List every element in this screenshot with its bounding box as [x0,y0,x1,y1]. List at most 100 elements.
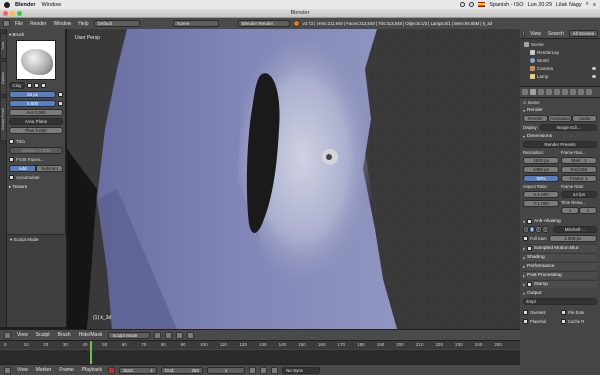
material-tab-icon[interactable] [586,89,592,95]
pressure-strength-icon[interactable] [58,101,63,106]
res-pct-field[interactable]: 50% [523,175,559,182]
aa-size-field[interactable]: 1.000 px [548,235,597,242]
screen-layout-select[interactable]: Default [93,20,140,27]
tl-menu-playback[interactable]: Playback [80,367,104,373]
properties-editor-icon[interactable] [522,89,528,95]
panel-output[interactable]: ▾ Output [523,291,597,296]
visibility-icon[interactable] [592,66,596,70]
outliner-item-scene[interactable]: Scene [524,40,596,48]
end-frame-prop[interactable]: End:250 [561,166,597,173]
shading-icon[interactable] [154,331,162,339]
clock-text[interactable]: Lun 20:29 [528,2,552,8]
aspect-x-field[interactable]: X:1.000 [523,191,559,198]
plane-offset-field[interactable]: Plan 0.000 [9,127,63,134]
layers-tab-icon[interactable] [538,89,544,95]
panel-performance[interactable]: ▸ Performance [523,262,597,270]
jump-end-icon[interactable] [271,366,279,374]
panel-shading[interactable]: ▸ Shading [523,253,597,261]
remap-new-field[interactable]: 1 [579,207,597,214]
stamp-checkbox[interactable] [527,282,533,287]
outliner-editor-icon[interactable] [522,30,526,37]
render-button[interactable]: Render [523,115,548,122]
vp-menu-brush[interactable]: Brush [56,332,73,338]
vp-menu-view[interactable]: View [15,332,30,338]
aa-sample-11[interactable]: 11 [535,226,542,233]
res-x-field[interactable]: 1920 px [523,157,559,164]
render-tab-icon[interactable] [530,89,536,95]
end-frame-field[interactable]: End: 250 [161,366,204,374]
render-engine-select[interactable]: Blender Render [237,20,290,27]
tl-menu-frame[interactable]: Frame [57,367,75,373]
info-editor-icon[interactable] [3,20,10,27]
menu-render[interactable]: Render [28,21,48,27]
ol-display-select[interactable]: All Scenes [568,30,598,37]
editor-type-icon[interactable] [4,331,11,339]
scene-tab-icon[interactable] [546,89,552,95]
apple-icon[interactable] [4,1,10,8]
3d-viewport[interactable]: User Persp (1) k_3d [67,29,520,329]
outliner-item-camera[interactable]: Camera [524,64,596,72]
tl-menu-view[interactable]: View [15,367,30,373]
render-presets-select[interactable]: Render Presets [523,141,597,148]
trim-checkbox[interactable] [9,139,14,144]
menu-file[interactable]: File [13,21,25,27]
panel-stamp[interactable]: ▸ Stamp [523,280,597,288]
strength-field[interactable]: 0.500 [9,100,56,107]
list-icon[interactable]: ≡ [593,2,596,8]
frame-step-prop[interactable]: Frame: 1 [561,175,597,182]
tab-grease-pencil[interactable]: Grease Pencil [0,97,7,141]
jump-start-icon[interactable] [249,366,257,374]
res-y-field[interactable]: 1080 px [523,166,559,173]
section-texture[interactable]: ▸ Texture [9,184,63,190]
fake-user-toggle[interactable] [27,83,32,88]
clock-icon[interactable] [460,2,466,7]
subtract-button[interactable]: Subtract [36,165,63,172]
brush-preview[interactable] [16,40,56,80]
ol-menu-search[interactable]: Search [546,31,566,37]
pivot-icon[interactable] [165,331,173,339]
outliner-item-lamp[interactable]: Lamp [524,72,596,80]
visibility-icon[interactable] [592,74,596,78]
pressure-radius-icon[interactable] [58,92,63,97]
file-ext-checkbox[interactable] [561,310,566,315]
placeholder-checkbox[interactable] [523,319,528,324]
vp-menu-sculpt[interactable]: Sculpt [34,332,52,338]
accumulate-checkbox[interactable] [9,175,14,180]
menubar-window[interactable]: Window [41,2,61,8]
trim-distance-field[interactable]: Distanc: 0.500 [9,147,63,154]
aa-sample-16[interactable]: 16 [542,226,549,233]
menu-window[interactable]: Window [51,21,73,27]
object-tab-icon[interactable] [562,89,568,95]
cache-checkbox[interactable] [561,319,566,324]
play-icon[interactable] [260,366,268,374]
layers-icon[interactable] [176,331,184,339]
remove-brush-button[interactable] [41,83,46,88]
close-icon[interactable] [3,11,8,16]
timeline-strip[interactable] [0,349,520,365]
timeline-ruler[interactable]: 0 10 20 30 40 50 60 70 80 90 100 110 120 130 140 150 160… [0,341,520,349]
add-button[interactable]: Add [9,165,36,172]
snap-icon[interactable] [187,331,195,339]
modifiers-tab-icon[interactable] [570,89,576,95]
panel-motion-blur[interactable]: ▸ Sampled Motion Blur [523,244,597,252]
ol-menu-view[interactable]: View [528,31,543,37]
sync-select[interactable]: No Sync [282,366,321,374]
outliner-item-renderlayers[interactable]: RenderLay [524,48,596,56]
outliner-item-world[interactable]: World [524,56,596,64]
menubar-app[interactable]: Blender [15,2,35,8]
zoom-icon[interactable] [17,11,22,16]
full-sample-checkbox[interactable] [523,236,528,241]
current-frame-field[interactable]: 1 [207,366,246,374]
panel-render[interactable]: ▾ Render [523,108,597,113]
aspect-y-field[interactable]: Y:1.000 [523,200,559,207]
user-name[interactable]: Lilak Nagy [556,2,582,8]
output-path-field[interactable]: /tmp\ [523,298,597,305]
start-frame-prop[interactable]: Start : 1 [561,157,597,164]
mode-select[interactable]: Sculpt Mode [108,331,151,339]
search-icon[interactable]: ⌕ [586,1,589,8]
brush-name-field[interactable]: Clay [9,82,25,89]
audio-button[interactable]: Audio [572,115,598,122]
section-brush[interactable]: ▾ Brush [9,32,63,38]
scene-select[interactable]: Scene [172,20,219,27]
world-tab-icon[interactable] [554,89,560,95]
